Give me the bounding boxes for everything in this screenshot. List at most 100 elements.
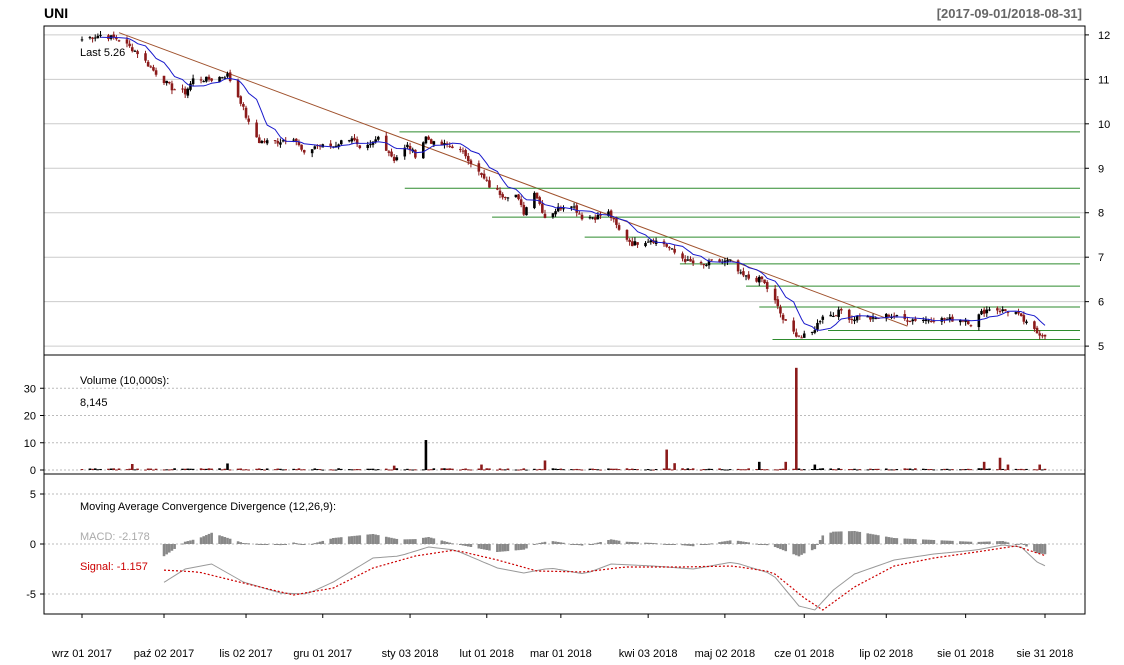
candle-body [927,320,930,322]
macd-histogram-bar [723,541,727,544]
macd-histogram-bar [395,538,399,544]
macd-histogram-bar [718,542,721,544]
volume-bar [739,469,743,471]
volume-bar [165,469,168,471]
candle-body [154,70,158,75]
volume-bar [707,468,711,470]
candle-body [829,314,832,317]
volume-bar [543,460,547,470]
volume-bar [432,468,436,470]
macd-histogram-bar [239,542,243,544]
volume-bar [858,469,862,471]
macd-histogram-bar [292,542,295,544]
macd-histogram-bar [832,531,835,544]
candle-body [646,241,650,243]
candle-body [117,40,121,42]
macd-tick-label: -5 [26,589,36,601]
candle-body [554,211,557,215]
candle-body [996,308,999,311]
candle-body [705,264,708,266]
candle-body [485,179,489,181]
macd-histogram-bar [432,538,436,544]
candle-body [168,81,171,84]
volume-bar [395,468,399,470]
volume-bar [236,468,240,470]
volume-bar [91,468,94,470]
volume-bar [800,469,803,471]
volume-bar [795,367,798,470]
macd-histogram-bar [482,544,486,550]
macd-histogram-bar [636,542,639,544]
macd-histogram-bar [906,538,909,544]
macd-histogram-bar [707,543,711,545]
candle-body [265,140,269,144]
volume-bar [829,468,832,470]
volume-bar [377,469,380,471]
x-tick-label: maj 02 2018 [695,648,756,660]
candle-body [988,309,991,311]
candle-body [961,320,965,322]
volume-bar [350,469,354,471]
macd-histogram-bar [337,537,340,544]
candle-body [302,150,306,153]
volume-bar [117,468,121,470]
volume-bar [816,469,819,471]
candle-body [239,96,243,104]
macd-histogram-bar [985,541,989,544]
macd-histogram-bar [339,537,343,544]
volume-tick-label: 10 [24,438,36,450]
macd-histogram-bar [199,537,203,544]
macd-histogram-bar [1019,543,1023,545]
volume-bar [710,468,713,470]
volume-bar [154,468,158,470]
x-tick-label: paź 02 2017 [134,648,195,660]
macd-histogram-bar [408,539,412,544]
macd-histogram-bar [710,543,713,545]
candle-body [1033,321,1036,329]
volume-bar [726,469,729,471]
x-tick-label: lut 01 2018 [460,648,514,660]
macd-histogram-bar [1033,544,1036,552]
volume-bar [297,468,301,470]
macd-histogram-bar [427,537,430,544]
volume-bar [218,468,221,470]
candle-body [459,149,462,151]
macd-histogram-bar [747,542,750,544]
volume-bar [681,468,684,470]
candle-body [612,217,616,220]
macd-histogram-bar [247,543,250,545]
volume-bar [482,469,486,471]
candle-body [689,258,692,262]
macd-histogram-bar [943,540,946,544]
volume-bar [112,468,116,470]
candle-body [281,140,285,142]
volume-bar [302,469,306,471]
candle-body [519,199,523,205]
macd-histogram-bar [940,540,944,544]
volume-bar [183,468,187,470]
volume-bar [760,469,764,471]
volume-bar [488,468,491,470]
candle-body [498,190,502,195]
volume-bar [959,469,962,471]
macd-histogram-bar [668,544,671,545]
volume-tick-label: 30 [24,383,36,395]
candle-body [202,81,205,83]
candle-body [633,241,637,246]
candle-body [800,337,803,339]
volume-bar [884,468,888,470]
volume-bar [665,449,668,470]
volume-bar [329,469,332,471]
volume-bar [779,468,782,470]
volume-bar [403,469,407,471]
macd-histogram-bar [996,541,999,544]
macd-histogram-bar [784,544,788,552]
macd-histogram-bar [895,538,899,544]
volume-bar [853,468,856,470]
macd-histogram-bar [948,540,952,544]
candle-body [466,155,470,162]
macd-histogram-bar [765,544,769,546]
candle-body [943,318,946,320]
macd-histogram-bar [969,541,973,544]
macd-histogram-bar [210,532,213,544]
